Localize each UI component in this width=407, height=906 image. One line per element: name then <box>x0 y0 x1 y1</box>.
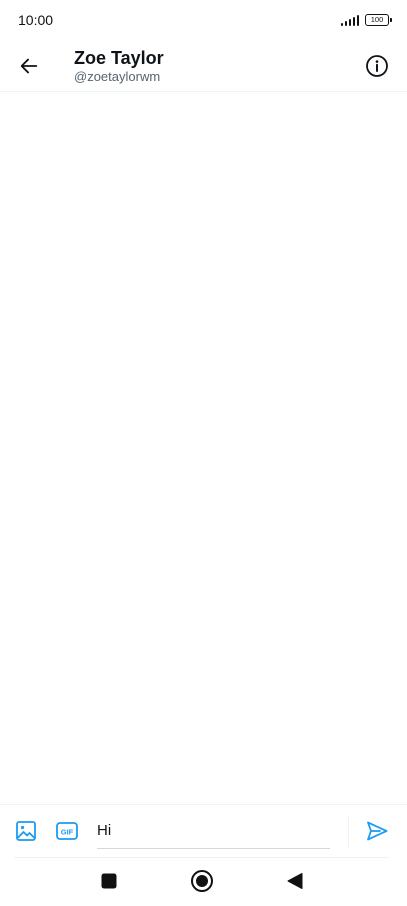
status-icons: 100 <box>341 14 392 26</box>
info-icon <box>366 55 388 77</box>
message-input-wrapper <box>97 813 330 849</box>
dm-conversation-screen: 10:00 100 Zoe Taylor @zoetaylorwm GIF Hi <box>0 0 407 906</box>
send-button[interactable] <box>363 817 391 845</box>
message-input[interactable] <box>97 822 330 839</box>
home-button[interactable] <box>190 869 214 893</box>
signal-icon <box>341 14 359 26</box>
nav-divider <box>14 857 389 858</box>
recent-apps-button[interactable] <box>97 869 121 893</box>
composer-divider <box>348 815 349 847</box>
battery-icon: 100 <box>365 14 392 26</box>
circle-home-icon <box>191 870 213 892</box>
system-nav-bar <box>0 857 407 906</box>
back-button[interactable] <box>9 46 49 86</box>
message-list[interactable] <box>0 92 407 804</box>
status-time: 10:00 <box>18 12 54 28</box>
contact-handle: @zoetaylorwm <box>74 68 161 84</box>
add-gif-button[interactable]: GIF <box>53 817 81 845</box>
triangle-back-icon <box>287 873 303 889</box>
contact-name: Zoe Taylor <box>74 47 164 68</box>
conversation-header: Zoe Taylor @zoetaylorwm <box>0 40 407 92</box>
arrow-left-icon <box>20 58 38 73</box>
system-back-button[interactable] <box>283 869 307 893</box>
add-image-button[interactable] <box>12 817 40 845</box>
battery-level: 100 <box>370 15 384 25</box>
image-icon <box>16 821 36 841</box>
conversation-info-button[interactable] <box>357 46 397 86</box>
square-icon <box>101 873 117 889</box>
gif-label: GIF <box>61 827 74 836</box>
status-bar: 10:00 100 <box>0 0 407 40</box>
gif-icon: GIF <box>56 822 78 840</box>
message-composer: GIF <box>0 804 407 857</box>
conversation-title[interactable]: Zoe Taylor @zoetaylorwm <box>74 47 164 85</box>
send-icon <box>367 821 388 841</box>
